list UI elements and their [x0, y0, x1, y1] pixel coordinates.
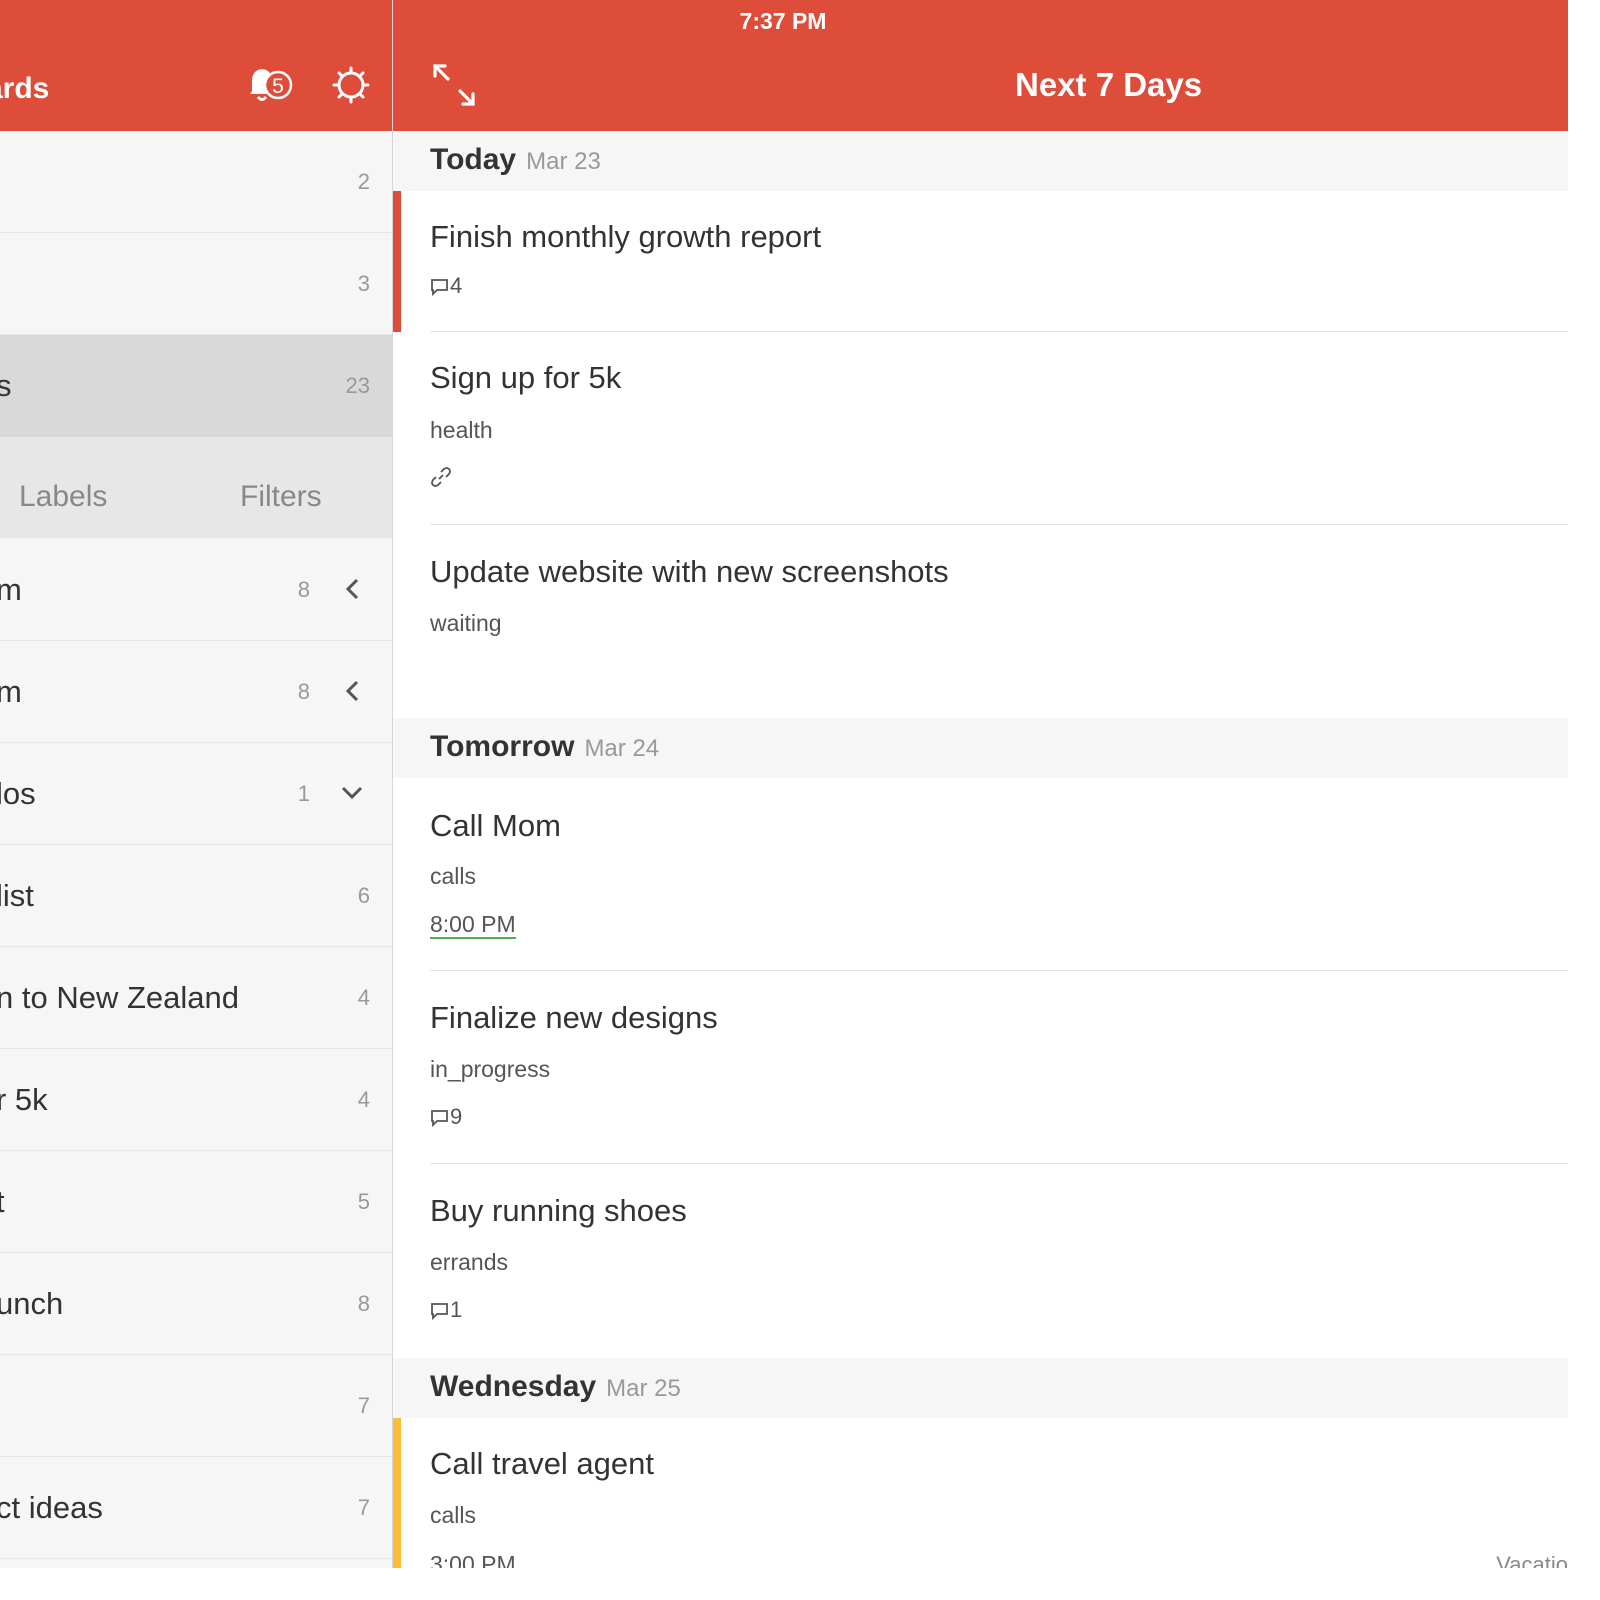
project-count: 5 [357, 1189, 370, 1214]
task-label: errands [430, 1249, 508, 1275]
main-header: 7:37 PM Next 7 Days [393, 0, 1568, 131]
chevron-left-icon[interactable] [338, 571, 366, 607]
expand-button[interactable] [431, 62, 477, 108]
notifications-button[interactable]: 5 [244, 64, 296, 104]
comment-count: 4 [430, 273, 462, 299]
item-count: 23 [345, 373, 370, 398]
task-title: Finalize new designs [430, 1000, 718, 1035]
task-title: Buy running shoes [430, 1193, 687, 1228]
section-header-tomorrow: Tomorrow Mar 24 [393, 718, 1568, 778]
bell-icon: 5 [250, 69, 293, 101]
page-title: Next 7 Days [1015, 66, 1203, 103]
section-header-wednesday: Wednesday Mar 25 [393, 1358, 1568, 1418]
sidebar-header: ards 5 [0, 0, 392, 131]
section-date: Mar 25 [606, 1375, 681, 1402]
section-header-today: Today Mar 23 [393, 131, 1568, 191]
section-day: Wednesday [430, 1370, 597, 1403]
notification-badge: 5 [272, 75, 284, 98]
chevron-left-icon[interactable] [338, 673, 366, 709]
sidebar-item[interactable]: 3 [0, 233, 392, 335]
project-name: r 5k [0, 1082, 48, 1117]
comment-icon [431, 1303, 448, 1321]
project-count: 7 [357, 1393, 370, 1418]
sidebar-item[interactable]: 2 [0, 131, 392, 233]
section-day: Tomorrow [430, 730, 575, 763]
project-name: n to New Zealand [0, 980, 239, 1015]
comment-icon [431, 279, 448, 297]
project-count: 6 [357, 883, 370, 908]
task-label: calls [430, 1502, 477, 1528]
gear-icon [332, 66, 370, 104]
comment-count: 9 [430, 1104, 462, 1130]
sidebar-item-selected[interactable]: s 23 [0, 335, 392, 437]
priority-indicator [393, 1418, 401, 1568]
project-item[interactable]: los 1 [0, 743, 392, 845]
task-label: health [430, 417, 493, 443]
status-time: 7:37 PM [739, 8, 827, 34]
project-count: 4 [357, 1087, 370, 1112]
project-name: m [0, 674, 22, 709]
settings-button[interactable] [332, 66, 370, 104]
task-title: Finish monthly growth report [430, 219, 822, 254]
task-item[interactable]: Buy running shoes errands 1 [393, 1165, 1568, 1358]
task-due-time: 8:00 PM [430, 911, 516, 939]
project-count: 1 [297, 781, 310, 806]
project-item[interactable]: n to New Zealand 4 [0, 947, 392, 1049]
task-item[interactable]: Call travel agent calls 3:00 PM Vacatio [393, 1418, 1568, 1568]
section-date: Mar 23 [526, 148, 601, 175]
sidebar: ards 5 2 3 [0, 0, 392, 1568]
project-count: 8 [297, 577, 310, 602]
comment-icon [431, 1110, 448, 1128]
project-item[interactable]: m 8 [0, 539, 392, 641]
task-item[interactable]: Finalize new designs in_progress 9 [393, 972, 1568, 1164]
task-item[interactable]: Finish monthly growth report 4 [393, 191, 1568, 332]
task-title: Update website with new screenshots [430, 554, 949, 589]
project-name: unch [0, 1286, 64, 1321]
sidebar-title: ards [0, 72, 50, 105]
comment-count: 1 [430, 1297, 462, 1323]
project-item[interactable]: r 5k 4 [0, 1049, 392, 1151]
project-name: ct ideas [0, 1490, 103, 1525]
project-count: 7 [357, 1495, 370, 1520]
project-count: 8 [357, 1291, 370, 1316]
project-item[interactable]: t 5 [0, 1151, 392, 1253]
project-name: list [0, 878, 34, 913]
project-name: m [0, 572, 22, 607]
sidebar-item-label: s [0, 368, 12, 403]
section-day: Today [430, 143, 517, 176]
task-label: calls [430, 863, 477, 889]
expand-icon [433, 64, 475, 106]
section-date: Mar 24 [584, 735, 660, 762]
project-item[interactable]: m 8 [0, 641, 392, 743]
project-name: los [0, 776, 36, 811]
task-label: waiting [430, 610, 502, 636]
task-label: in_progress [430, 1056, 551, 1082]
item-count: 2 [357, 169, 370, 194]
task-due-time: 3:00 PM [430, 1551, 516, 1568]
project-name: t [0, 1184, 5, 1219]
task-title: Sign up for 5k [430, 360, 622, 395]
project-item[interactable]: list 6 [0, 845, 392, 947]
project-item[interactable]: ct ideas 7 [0, 1457, 392, 1559]
project-item[interactable]: 7 [0, 1355, 392, 1457]
project-count: 8 [297, 679, 310, 704]
task-title: Call travel agent [430, 1446, 655, 1481]
task-title: Call Mom [430, 808, 561, 843]
task-item[interactable]: Sign up for 5k health [393, 333, 1568, 525]
priority-indicator [393, 191, 401, 332]
chevron-down-icon[interactable] [338, 775, 366, 811]
sidebar-tabs: Labels Filters [0, 437, 392, 538]
project-item[interactable]: unch 8 [0, 1253, 392, 1355]
attachment-icon [431, 467, 451, 487]
task-item[interactable]: Call Mom calls 8:00 PM [393, 778, 1568, 971]
task-project: Vacatio [1496, 1552, 1568, 1568]
project-count: 4 [357, 985, 370, 1010]
item-count: 3 [357, 271, 370, 296]
task-item[interactable]: Update website with new screenshots wait… [393, 526, 1568, 718]
